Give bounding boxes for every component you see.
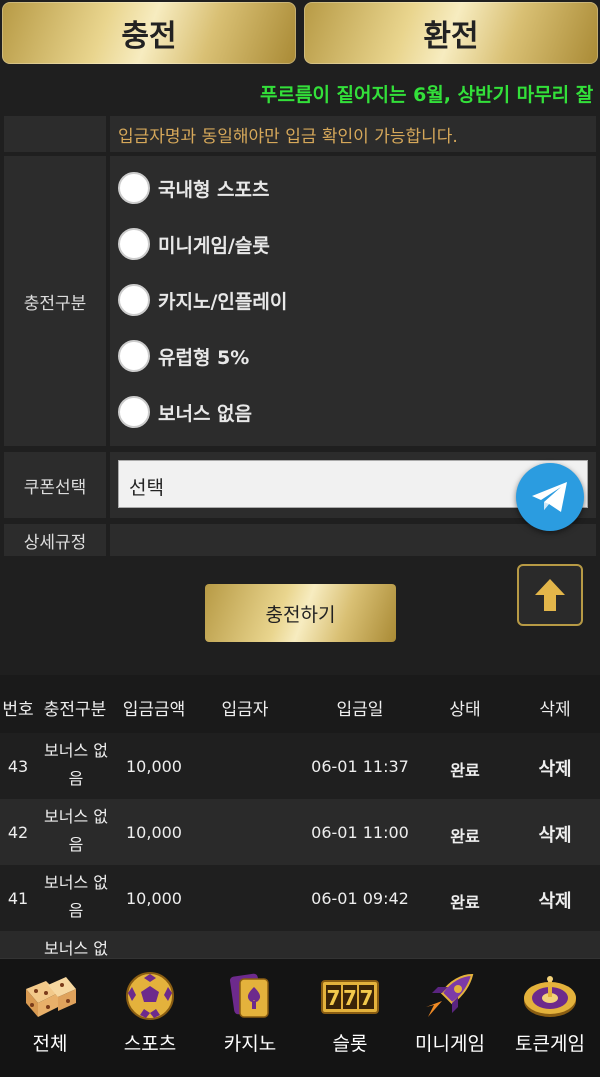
option-label: 미니게임/슬롯 bbox=[158, 234, 270, 257]
svg-text:7: 7 bbox=[343, 986, 357, 1010]
radio-button[interactable] bbox=[118, 396, 150, 428]
header-delete: 삭제 bbox=[539, 700, 571, 720]
charge-tab[interactable]: 충전 bbox=[2, 2, 296, 64]
telegram-icon bbox=[532, 482, 567, 512]
delete-button[interactable]: 삭제 bbox=[525, 755, 585, 781]
nav-item-sports[interactable]: 스포츠 bbox=[100, 959, 200, 1077]
nav-label: 토큰게임 bbox=[515, 1033, 585, 1055]
option-label: 국내형 스포츠 bbox=[158, 178, 270, 201]
bottom-navigation: 전체 스포츠 카지노 7 7 7 슬롯 미니게임 토큰게임 bbox=[0, 958, 600, 1077]
cell-category: 보너스 없 음 bbox=[40, 869, 112, 925]
announcement-marquee: 푸르름이 짙어지는 6월, 상반기 마무리 잘 bbox=[0, 70, 600, 116]
cell-amount: 10,000 bbox=[126, 823, 182, 842]
charge-category-label: 충전구분 bbox=[4, 156, 106, 446]
charge-submit-button[interactable]: 충전하기 bbox=[205, 584, 396, 642]
nav-item-casino[interactable]: 카지노 bbox=[200, 959, 300, 1077]
cell-category-line: 보너스 없 bbox=[44, 807, 108, 826]
header-date: 입금일 bbox=[336, 700, 384, 720]
roulette-icon bbox=[524, 976, 576, 1017]
svg-text:7: 7 bbox=[360, 986, 374, 1010]
radio-button[interactable] bbox=[118, 172, 150, 204]
nav-item-token-game[interactable]: 토큰게임 bbox=[500, 959, 600, 1077]
radio-button[interactable] bbox=[118, 340, 150, 372]
cell-date: 06-01 09:42 bbox=[311, 889, 409, 908]
rocket-icon bbox=[426, 973, 474, 1017]
cell-amount: 10,000 bbox=[126, 889, 182, 908]
delete-button[interactable]: 삭제 bbox=[525, 821, 585, 847]
table-row: 43 보너스 없 음 10,000 06-01 11:37 완료 삭제 bbox=[0, 733, 600, 799]
dice-icon bbox=[26, 977, 76, 1017]
deposit-notice: 입금자명과 동일해야만 입금 확인이 가능합니다. bbox=[118, 127, 458, 147]
cell-category-line: 보너스 없 bbox=[44, 873, 108, 892]
scroll-top-button[interactable] bbox=[517, 564, 583, 626]
cell-category-line: 음 bbox=[68, 769, 84, 788]
telegram-button[interactable] bbox=[516, 463, 584, 531]
notice-value-cell: 입금자명과 동일해야만 입금 확인이 가능합니다. bbox=[110, 116, 596, 152]
cell-date: 06-01 11:37 bbox=[311, 757, 409, 776]
exchange-tab[interactable]: 환전 bbox=[304, 2, 598, 64]
header-number: 번호 bbox=[2, 700, 34, 720]
rules-value-cell bbox=[110, 524, 596, 556]
cell-category: 보너스 없 음 bbox=[40, 803, 112, 859]
table-row: 42 보너스 없 음 10,000 06-01 11:00 완료 삭제 bbox=[0, 799, 600, 865]
header-category: 충전구분 bbox=[43, 700, 107, 720]
option-minigame-slot[interactable]: 미니게임/슬롯 bbox=[118, 228, 270, 260]
cell-status: 완료 bbox=[450, 827, 480, 846]
option-casino-inplay[interactable]: 카지노/인플레이 bbox=[118, 284, 287, 316]
cell-category: 보너스 없 음 bbox=[40, 737, 112, 793]
cell-number: 41 bbox=[7, 889, 29, 908]
option-european-5[interactable]: 유럽형 5% bbox=[118, 340, 249, 372]
coupon-row: 쿠폰선택 선택 bbox=[0, 452, 600, 518]
soccer-ball-icon bbox=[126, 972, 174, 1020]
radio-button[interactable] bbox=[118, 284, 150, 316]
cell-category-line: 음 bbox=[68, 835, 84, 854]
nav-item-minigame[interactable]: 미니게임 bbox=[400, 959, 500, 1077]
cards-icon bbox=[230, 973, 269, 1018]
header-amount: 입금금액 bbox=[122, 700, 186, 720]
cell-amount: 10,000 bbox=[126, 757, 182, 776]
option-domestic-sports[interactable]: 국내형 스포츠 bbox=[118, 172, 270, 204]
cell-status: 완료 bbox=[450, 761, 480, 780]
coupon-selected-value: 선택 bbox=[129, 477, 164, 499]
radio-button[interactable] bbox=[118, 228, 150, 260]
cell-number: 43 bbox=[7, 757, 29, 776]
option-label: 보너스 없음 bbox=[158, 402, 253, 425]
nav-item-slot[interactable]: 7 7 7 슬롯 bbox=[300, 959, 400, 1077]
nav-label: 스포츠 bbox=[123, 1033, 177, 1055]
table-row: 41 보너스 없 음 10,000 06-01 09:42 완료 삭제 bbox=[0, 865, 600, 931]
cell-number: 42 bbox=[7, 823, 29, 842]
nav-label: 카지노 bbox=[223, 1033, 277, 1055]
cell-status: 완료 bbox=[450, 893, 480, 912]
header-depositor: 입금자 bbox=[221, 700, 269, 720]
top-tabs: 충전 환전 bbox=[0, 0, 600, 70]
table-header: 번호 충전구분 입금금액 입금자 입금일 상태 삭제 bbox=[0, 675, 600, 733]
rules-label: 상세규정 bbox=[4, 524, 106, 556]
nav-label: 슬롯 bbox=[332, 1033, 368, 1055]
arrow-up-icon bbox=[535, 579, 565, 611]
nav-item-all[interactable]: 전체 bbox=[0, 959, 100, 1077]
coupon-label: 쿠폰선택 bbox=[4, 452, 106, 518]
slot-777-icon: 7 7 7 bbox=[321, 980, 379, 1014]
option-label: 카지노/인플레이 bbox=[158, 290, 288, 313]
nav-label: 미니게임 bbox=[415, 1033, 485, 1055]
delete-button[interactable]: 삭제 bbox=[525, 887, 585, 913]
cell-date: 06-01 11:00 bbox=[311, 823, 409, 842]
cell-category-line: 음 bbox=[68, 901, 84, 920]
notice-row: 입금자명과 동일해야만 입금 확인이 가능합니다. bbox=[0, 116, 600, 152]
charge-category-options: 국내형 스포츠 미니게임/슬롯 카지노/인플레이 유럽형 5% 보너스 없음 bbox=[110, 156, 596, 446]
marquee-text: 푸르름이 짙어지는 6월, 상반기 마무리 잘 bbox=[260, 84, 594, 106]
svg-text:7: 7 bbox=[327, 986, 341, 1010]
option-label: 유럽형 5% bbox=[158, 346, 250, 369]
option-no-bonus[interactable]: 보너스 없음 bbox=[118, 396, 252, 428]
header-status: 상태 bbox=[449, 700, 481, 720]
charge-category-row: 충전구분 국내형 스포츠 미니게임/슬롯 카지노/인플레이 유럽형 5% 보너스… bbox=[0, 156, 600, 446]
notice-label-cell bbox=[4, 116, 106, 152]
rules-row: 상세규정 bbox=[0, 524, 600, 556]
cell-category-line: 보너스 없 bbox=[44, 741, 108, 760]
nav-label: 전체 bbox=[32, 1033, 68, 1055]
